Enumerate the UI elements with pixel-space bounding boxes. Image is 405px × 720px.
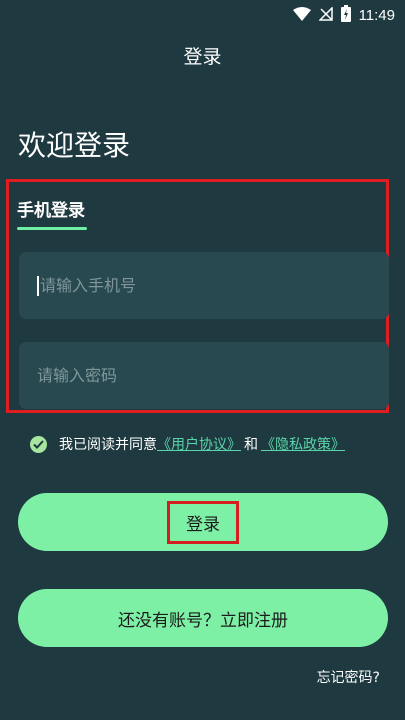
- welcome-heading: 欢迎登录: [18, 129, 131, 162]
- phone-input[interactable]: [40, 276, 360, 295]
- text-cursor: [37, 275, 39, 296]
- privacy-policy-link[interactable]: 《隐私政策》: [261, 434, 345, 454]
- password-input[interactable]: [37, 366, 357, 385]
- check-icon: [33, 439, 44, 449]
- wifi-icon: [292, 6, 311, 25]
- tab-phone-login[interactable]: 手机登录: [17, 196, 85, 221]
- tab-active-indicator: [17, 227, 87, 230]
- status-icons: 11:49: [292, 4, 395, 26]
- status-time: 11:49: [358, 6, 395, 24]
- phone-field[interactable]: [19, 252, 389, 319]
- user-agreement-link[interactable]: 《用户协议》: [157, 434, 241, 454]
- agreement-conjunction: 和: [244, 437, 258, 453]
- page-title: 登录: [183, 46, 222, 68]
- battery-charging-icon: [340, 4, 351, 26]
- agreement-checkbox[interactable]: [30, 435, 47, 453]
- register-button[interactable]: 还没有账号？立即注册: [18, 589, 388, 647]
- agreement-row: 我已阅读并同意 《用户协议》 和 《隐私政策》: [30, 433, 345, 455]
- status-bar: 11:49: [0, 0, 405, 30]
- login-form-panel: 手机登录: [6, 179, 389, 413]
- login-button-label: 登录: [167, 500, 239, 544]
- password-field[interactable]: [19, 342, 389, 409]
- register-button-label: 还没有账号？立即注册: [118, 610, 288, 631]
- login-button[interactable]: 登录: [18, 493, 388, 551]
- agreement-prefix: 我已阅读并同意: [59, 437, 157, 453]
- no-signal-icon: [317, 5, 333, 25]
- forgot-password-link[interactable]: 忘记密码?: [317, 667, 380, 687]
